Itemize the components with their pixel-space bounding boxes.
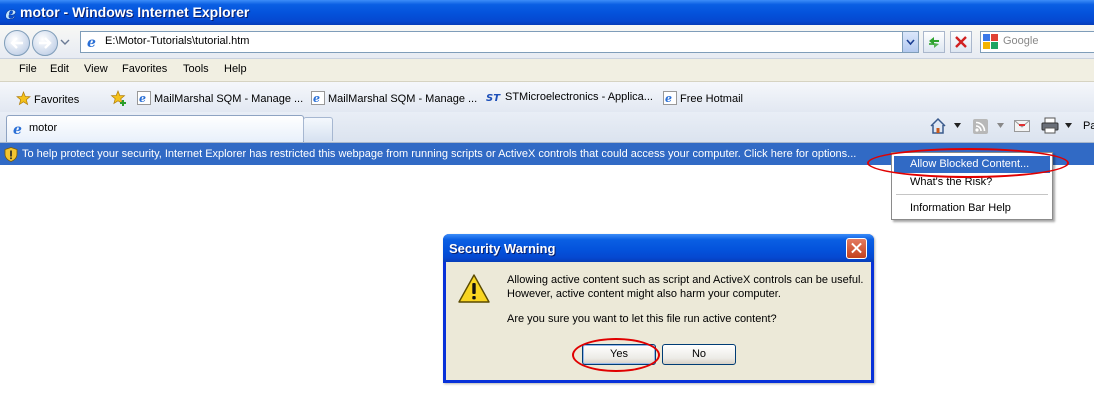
feeds-dropdown-icon[interactable] [997, 123, 1004, 128]
menu-item-information-bar-help[interactable]: Information Bar Help [894, 200, 1050, 217]
new-tab-button[interactable] [303, 117, 333, 141]
menu-item-label: Information Bar Help [910, 202, 1011, 214]
search-placeholder: Google [1003, 35, 1039, 47]
menu-edit[interactable]: Edit [50, 63, 69, 75]
recent-pages-dropdown-icon[interactable] [60, 37, 70, 47]
feeds-icon[interactable] [973, 119, 988, 134]
st-logo-icon: ST [486, 93, 501, 103]
menu-separator [896, 194, 1048, 195]
svg-text:e: e [665, 92, 672, 105]
favorites-link-label: MailMarshal SQM - Manage ... [154, 93, 304, 105]
google-search-icon [983, 34, 998, 49]
favorites-link-label: Free Hotmail [680, 93, 743, 105]
menu-file[interactable]: File [19, 63, 37, 75]
dialog-question: Are you sure you want to let this file r… [507, 313, 777, 325]
favorites-link[interactable]: e MailMarshal SQM - Manage ... [311, 91, 477, 105]
dialog-message-line-1: Allowing active content such as script a… [507, 274, 864, 286]
dialog-title-bar[interactable]: Security Warning [443, 234, 874, 262]
favorites-link[interactable]: e Free Hotmail [663, 91, 743, 105]
home-dropdown-icon[interactable] [954, 123, 961, 128]
page-ie-icon: e [87, 35, 96, 50]
highlight-ellipse [572, 338, 660, 372]
window-title: motor - Windows Internet Explorer [20, 4, 250, 20]
address-dropdown-button[interactable] [902, 32, 918, 52]
svg-text:e: e [87, 35, 96, 50]
menu-bar: File Edit View Favorites Tools Help [0, 59, 1094, 82]
shield-warning-icon [4, 147, 18, 162]
svg-text:e: e [13, 122, 22, 137]
address-url[interactable]: E:\Motor-Tutorials\tutorial.htm [105, 35, 249, 47]
svg-text:e: e [139, 92, 146, 105]
favorites-link[interactable]: e MailMarshal SQM - Manage ... [137, 91, 303, 105]
search-box[interactable]: Google [980, 31, 1094, 53]
favorites-label: Favorites [34, 94, 80, 106]
dialog-message-line-2: However, active content might also harm … [507, 288, 781, 300]
refresh-button[interactable] [923, 31, 945, 53]
menu-help[interactable]: Help [224, 63, 247, 75]
svg-text:e: e [313, 92, 320, 105]
home-icon[interactable] [929, 117, 947, 135]
stop-button[interactable] [950, 31, 972, 53]
page-ie-icon: e [663, 91, 677, 105]
tab-motor[interactable]: e motor [6, 115, 304, 142]
forward-button[interactable] [32, 30, 58, 56]
information-bar-message[interactable]: To help protect your security, Internet … [22, 148, 856, 160]
star-icon [16, 91, 31, 106]
tab-label: motor [29, 122, 58, 134]
svg-text:ST: ST [486, 93, 501, 103]
address-bar[interactable]: e E:\Motor-Tutorials\tutorial.htm [80, 31, 919, 53]
chevron-down-icon [906, 39, 915, 46]
add-to-favorites-bar-icon[interactable] [110, 89, 128, 107]
page-ie-icon: e [311, 91, 325, 105]
refresh-icon [929, 37, 939, 48]
close-icon[interactable] [846, 238, 867, 259]
dialog-title: Security Warning [449, 241, 556, 256]
window-title-bar[interactable]: e motor - Windows Internet Explorer [0, 0, 1094, 25]
menu-favorites[interactable]: Favorites [122, 63, 167, 75]
highlight-ellipse [867, 148, 1069, 178]
favorites-link-label: STMicroelectronics - Applica... [505, 91, 653, 103]
page-ie-icon: e [13, 122, 22, 137]
menu-view[interactable]: View [84, 63, 108, 75]
page-ie-icon: e [137, 91, 151, 105]
favorites-bar: Favorites e MailMarshal SQM - Manage ... … [0, 82, 1094, 113]
menu-tools[interactable]: Tools [183, 63, 209, 75]
stop-icon [955, 36, 967, 48]
print-dropdown-icon[interactable] [1065, 123, 1072, 128]
favorites-button[interactable]: Favorites [16, 91, 79, 106]
print-icon[interactable] [1041, 117, 1059, 134]
warning-icon [458, 274, 490, 303]
forward-arrow-icon [39, 37, 52, 49]
back-button[interactable] [4, 30, 30, 56]
mail-icon[interactable] [1014, 120, 1030, 132]
favorites-link-label: MailMarshal SQM - Manage ... [328, 93, 478, 105]
svg-text:e: e [5, 3, 16, 23]
page-menu-label[interactable]: Pa [1083, 120, 1094, 132]
no-button[interactable]: No [662, 344, 736, 365]
back-arrow-icon [10, 37, 23, 49]
favorites-link[interactable]: ST STMicroelectronics - Applica... [486, 91, 653, 103]
